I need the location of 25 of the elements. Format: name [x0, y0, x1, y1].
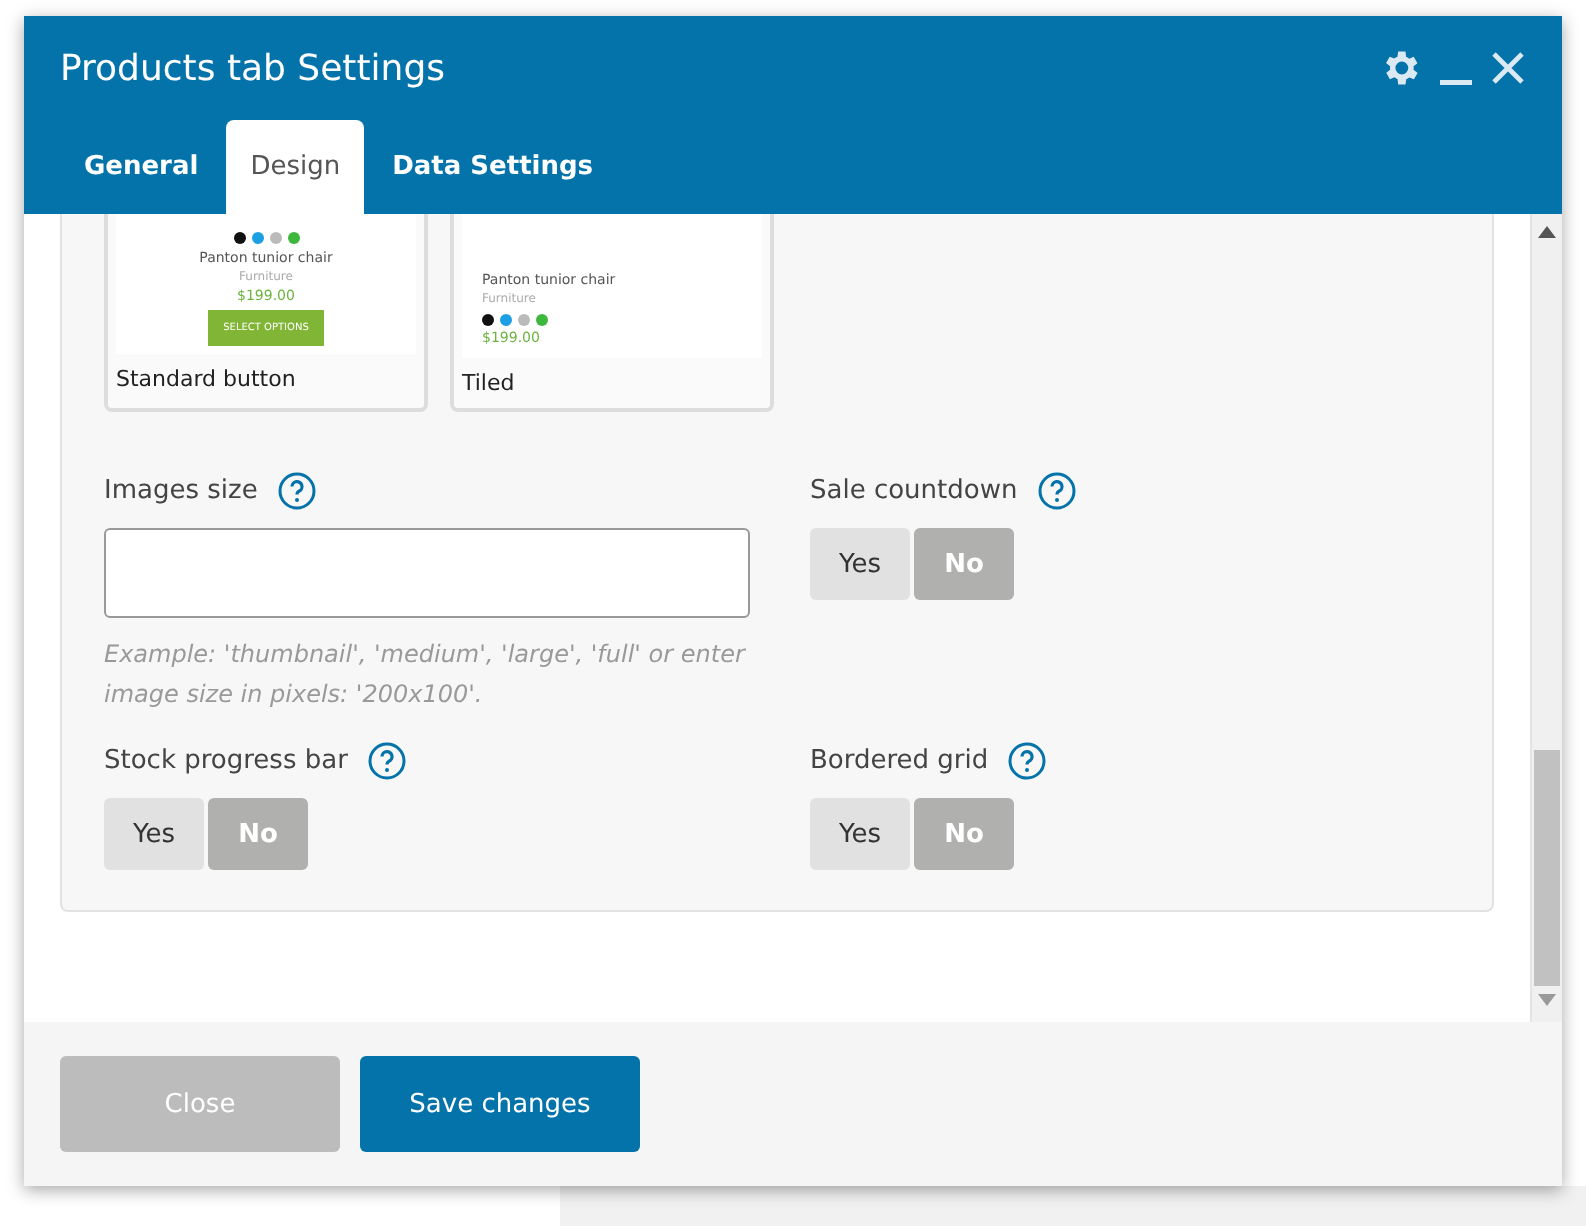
field-label: Bordered grid [810, 746, 989, 776]
help-icon[interactable] [367, 742, 406, 780]
tab[interactable]: Data Settings [368, 120, 618, 214]
toggle-option[interactable]: Yes [810, 798, 910, 870]
help-icon[interactable] [1037, 472, 1076, 510]
toggle-option[interactable]: Yes [104, 798, 204, 870]
scroll-down-icon[interactable] [1538, 994, 1556, 1006]
layout-label: Standard button [116, 364, 298, 396]
layout-label: Tiled [462, 368, 517, 400]
scroll-up-icon[interactable] [1538, 226, 1556, 238]
field-hint: Example: 'thumbnail', 'medium', 'large', 'full' or enter image size in pixels: '200x100'. [104, 638, 748, 712]
images-size-field[interactable] [104, 528, 750, 618]
window-title: Products tab Settings [60, 47, 448, 89]
tab[interactable]: General [60, 120, 223, 214]
field-label: Sale countdown [810, 476, 1018, 506]
field-label: Stock progress bar [104, 746, 348, 776]
toggle-option[interactable]: Yes [810, 528, 910, 600]
tab[interactable]: Design [226, 120, 365, 214]
close-icon[interactable] [1490, 50, 1526, 86]
help-icon[interactable] [1008, 742, 1047, 780]
save-button[interactable]: Save changes [360, 1056, 640, 1152]
help-icon[interactable] [277, 472, 316, 510]
field-label: Images size [104, 476, 258, 506]
scroll-thumb[interactable] [1534, 750, 1560, 986]
scrollbar[interactable] [1530, 214, 1562, 1022]
